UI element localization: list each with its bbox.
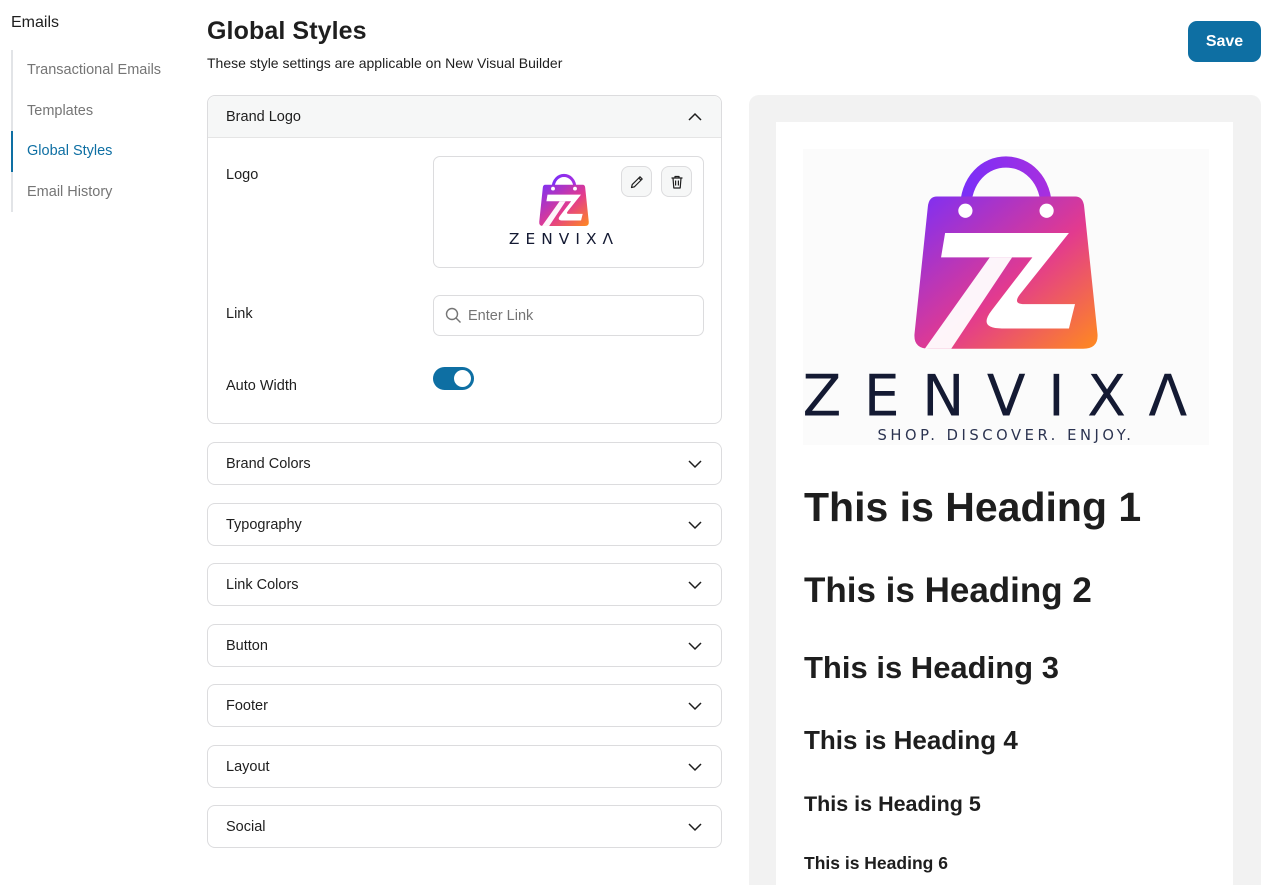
footer-panel: Footer	[207, 684, 722, 727]
chevron-up-icon	[688, 112, 702, 121]
brand-colors-title: Brand Colors	[226, 455, 311, 472]
sidebar-title: Emails	[11, 14, 60, 31]
brand-logo-panel: Brand Logo Logo Link Auto Width	[207, 95, 722, 424]
auto-width-label: Auto Width	[226, 378, 297, 394]
chevron-down-icon	[688, 822, 702, 831]
email-preview-card: SHOP. DISCOVER. ENJOY. This is Heading 1…	[776, 122, 1233, 885]
page-title: Global Styles	[207, 17, 367, 45]
link-colors-panel: Link Colors	[207, 563, 722, 606]
layout-title: Layout	[226, 758, 270, 775]
link-label: Link	[226, 306, 253, 322]
chevron-down-icon	[688, 520, 702, 529]
trash-icon	[671, 175, 682, 189]
brand-colors-header[interactable]: Brand Colors	[208, 443, 721, 484]
logo-upload-box	[433, 156, 704, 268]
button-title: Button	[226, 637, 268, 654]
brand-colors-panel: Brand Colors	[207, 442, 722, 485]
layout-panel: Layout	[207, 745, 722, 788]
preview-heading-6: This is Heading 6	[804, 853, 948, 873]
button-panel: Button	[207, 624, 722, 667]
page-subtitle: These style settings are applicable on N…	[207, 55, 563, 71]
link-colors-title: Link Colors	[226, 576, 299, 593]
preview-heading-5: This is Heading 5	[804, 792, 981, 816]
preview-heading-1: This is Heading 1	[804, 484, 1142, 530]
sidebar-item-email-history[interactable]: Email History	[11, 172, 181, 213]
typography-title: Typography	[226, 516, 302, 533]
link-colors-header[interactable]: Link Colors	[208, 564, 721, 605]
logo-label: Logo	[226, 167, 259, 183]
save-button[interactable]: Save	[1188, 21, 1261, 62]
layout-header[interactable]: Layout	[208, 746, 721, 787]
preview-logo: SHOP. DISCOVER. ENJOY.	[803, 149, 1209, 445]
preview-heading-2: This is Heading 2	[804, 571, 1092, 610]
delete-logo-button[interactable]	[661, 166, 692, 197]
edit-logo-button[interactable]	[621, 166, 652, 197]
brand-logo-header[interactable]: Brand Logo	[208, 96, 721, 138]
toggle-knob	[454, 370, 471, 387]
sidebar-nav: Transactional Emails Templates Global St…	[11, 50, 181, 212]
sidebar-item-global-styles[interactable]: Global Styles	[11, 131, 181, 172]
brand-logo-title: Brand Logo	[226, 108, 301, 125]
logo-thumbnail	[509, 169, 619, 255]
typography-header[interactable]: Typography	[208, 504, 721, 545]
preview-heading-4: This is Heading 4	[804, 725, 1018, 755]
search-icon	[445, 307, 461, 323]
auto-width-toggle[interactable]	[433, 367, 474, 390]
footer-header[interactable]: Footer	[208, 685, 721, 726]
link-input[interactable]	[468, 307, 688, 324]
chevron-down-icon	[688, 641, 702, 650]
preview-heading-3: This is Heading 3	[804, 650, 1059, 685]
pencil-icon	[630, 175, 643, 188]
social-header[interactable]: Social	[208, 806, 721, 847]
button-header[interactable]: Button	[208, 625, 721, 666]
chevron-down-icon	[688, 762, 702, 771]
chevron-down-icon	[688, 701, 702, 710]
chevron-down-icon	[688, 580, 702, 589]
email-preview-pane: SHOP. DISCOVER. ENJOY. This is Heading 1…	[749, 95, 1261, 885]
social-title: Social	[226, 818, 266, 835]
zenvixa-logo: SHOP. DISCOVER. ENJOY.	[803, 149, 1209, 444]
sidebar-item-transactional-emails[interactable]: Transactional Emails	[11, 50, 181, 91]
social-panel: Social	[207, 805, 722, 848]
sidebar: Emails Transactional Emails Templates Gl…	[0, 0, 190, 885]
svg-text:SHOP. DISCOVER. ENJOY.: SHOP. DISCOVER. ENJOY.	[877, 427, 1134, 444]
typography-panel: Typography	[207, 503, 722, 546]
sidebar-item-templates[interactable]: Templates	[11, 91, 181, 132]
footer-title: Footer	[226, 697, 268, 714]
link-field[interactable]	[433, 295, 704, 336]
chevron-down-icon	[688, 459, 702, 468]
